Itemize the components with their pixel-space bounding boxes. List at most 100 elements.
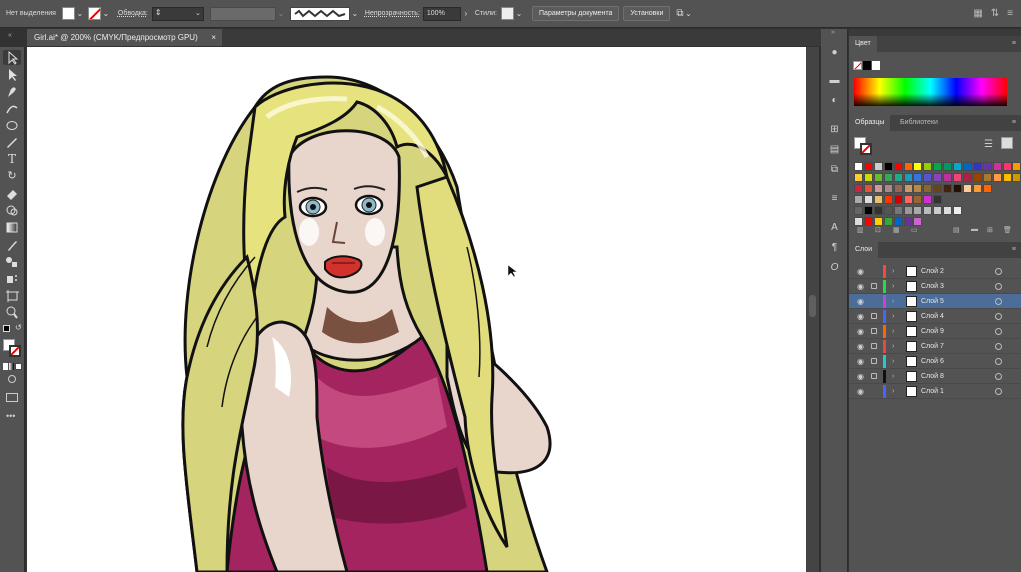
visibility-eye-icon[interactable]: ◉ [857, 339, 864, 354]
swatch[interactable] [903, 184, 913, 193]
stroke-weight-dropdown-icon[interactable]: ⌄ [195, 8, 201, 20]
expand-arrow-icon[interactable]: › [892, 384, 894, 399]
expand-arrow-icon[interactable]: › [892, 309, 894, 324]
swatch[interactable] [873, 162, 883, 171]
variable-width-profile[interactable] [209, 6, 276, 21]
swatch[interactable] [893, 173, 903, 182]
transparency-panel-icon[interactable]: ≡ [827, 192, 842, 206]
swatch[interactable] [883, 173, 893, 182]
visibility-eye-icon[interactable]: ◉ [857, 279, 864, 294]
symbol-sprayer-tool-icon[interactable] [3, 271, 21, 286]
swatch[interactable] [873, 206, 883, 215]
layers-panel-menu-icon[interactable]: ≡ [1012, 242, 1016, 258]
new-color-group-icon[interactable]: ▭ [911, 226, 918, 234]
fill-swatch[interactable] [61, 7, 75, 20]
swatch[interactable] [982, 184, 992, 193]
paintbrush-tool-icon[interactable] [3, 135, 21, 150]
shape-builder-tool-icon[interactable] [3, 203, 21, 218]
swatch[interactable] [883, 206, 893, 215]
color-mode-icon[interactable] [3, 363, 22, 370]
toolbar-collapse-icon[interactable]: « [8, 32, 12, 39]
align-panel-icon[interactable]: ⊞ [827, 123, 842, 137]
swatch[interactable] [953, 162, 962, 171]
layer-row[interactable]: ◉ › Слой 9 [849, 324, 1021, 339]
swatch[interactable] [1012, 162, 1021, 171]
artboard-tool-icon[interactable] [3, 288, 21, 303]
swatch[interactable] [863, 206, 873, 215]
selection-tool-icon[interactable] [3, 50, 21, 65]
layer-row[interactable]: ◉ › Слой 4 [849, 309, 1021, 324]
swatch[interactable] [863, 217, 873, 226]
swatch[interactable] [873, 173, 883, 182]
dock-collapse-icon[interactable]: » [831, 29, 835, 36]
swatch[interactable] [923, 162, 933, 171]
paragraph-panel-icon[interactable]: ¶ [827, 241, 842, 255]
expand-arrow-icon[interactable]: › [892, 339, 894, 354]
swatch[interactable] [893, 206, 903, 215]
swatch[interactable] [854, 217, 863, 226]
swatch[interactable] [982, 162, 992, 171]
zoom-tool-icon[interactable] [3, 305, 21, 320]
stroke-dropdown-icon[interactable]: ⌄ [101, 9, 111, 18]
swatch[interactable] [903, 206, 913, 215]
swatch[interactable] [982, 173, 992, 182]
swatch[interactable] [1012, 173, 1021, 182]
layer-row[interactable]: ◉ › Слой 5 [849, 294, 1021, 309]
swatch[interactable] [863, 173, 873, 182]
swatch[interactable] [943, 184, 953, 193]
expand-arrow-icon[interactable]: › [892, 264, 894, 279]
swatch[interactable] [913, 206, 923, 215]
target-circle-icon[interactable] [995, 298, 1002, 305]
swatch[interactable] [873, 184, 883, 193]
scrollbar-thumb[interactable] [809, 295, 816, 317]
swatch[interactable] [1002, 173, 1012, 182]
target-circle-icon[interactable] [995, 358, 1002, 365]
swatch[interactable] [854, 195, 863, 204]
align-grid-icon[interactable]: ▦ [973, 8, 982, 19]
stroke-weight-field[interactable]: ⇕ ⌄ [151, 6, 204, 21]
expand-arrow-icon[interactable]: › [892, 294, 894, 309]
opacity-flyout-icon[interactable]: › [461, 9, 471, 18]
color-panel-menu-icon[interactable]: ≡ [1012, 36, 1016, 52]
swatches-panel-menu-icon[interactable]: ≡ [1012, 115, 1016, 131]
lock-icon[interactable] [871, 313, 877, 319]
color-panel-tab[interactable]: Цвет [849, 36, 877, 52]
swatch[interactable] [913, 195, 923, 204]
swatch[interactable] [863, 184, 873, 193]
gradient-tool-icon[interactable] [3, 220, 21, 235]
type-tool-icon[interactable]: T [3, 152, 21, 167]
rotate-tool-icon[interactable]: ↻ [3, 169, 21, 184]
swatch[interactable] [943, 162, 953, 171]
swatch[interactable] [972, 184, 982, 193]
expand-arrow-icon[interactable]: › [892, 354, 894, 369]
expand-arrow-icon[interactable]: › [892, 324, 894, 339]
layers-tab[interactable]: Слои [849, 242, 879, 258]
swatch[interactable] [863, 195, 873, 204]
brush-definition[interactable] [289, 6, 350, 21]
target-circle-icon[interactable] [995, 373, 1002, 380]
swatch[interactable] [883, 162, 893, 171]
artboard[interactable] [27, 47, 807, 572]
default-colors-icon[interactable] [3, 325, 10, 332]
swatch[interactable] [1002, 162, 1012, 171]
swatch[interactable] [923, 195, 933, 204]
fill-dropdown-icon[interactable]: ⌄ [75, 9, 85, 18]
new-swatch-plus-icon[interactable]: ⊞ [987, 226, 993, 234]
stroke-color-box[interactable] [9, 345, 21, 357]
swatch[interactable] [883, 195, 893, 204]
swatch[interactable] [913, 217, 923, 226]
pathfinder-panel-icon[interactable]: ⧉ [827, 163, 842, 177]
swatch[interactable] [953, 206, 962, 215]
delete-swatch-icon[interactable]: 🗑 [1003, 226, 1012, 234]
eyedropper-tool-icon[interactable] [3, 237, 21, 252]
swatch[interactable] [903, 162, 913, 171]
target-circle-icon[interactable] [995, 283, 1002, 290]
swatch[interactable] [893, 217, 903, 226]
layer-row[interactable]: ◉ › Слой 1 [849, 384, 1021, 399]
libraries-tab[interactable]: Библиотеки [894, 115, 944, 131]
swatch[interactable] [854, 206, 863, 215]
swatch[interactable] [854, 162, 863, 171]
visibility-eye-icon[interactable]: ◉ [857, 294, 864, 309]
target-circle-icon[interactable] [995, 343, 1002, 350]
swatch[interactable] [883, 217, 893, 226]
